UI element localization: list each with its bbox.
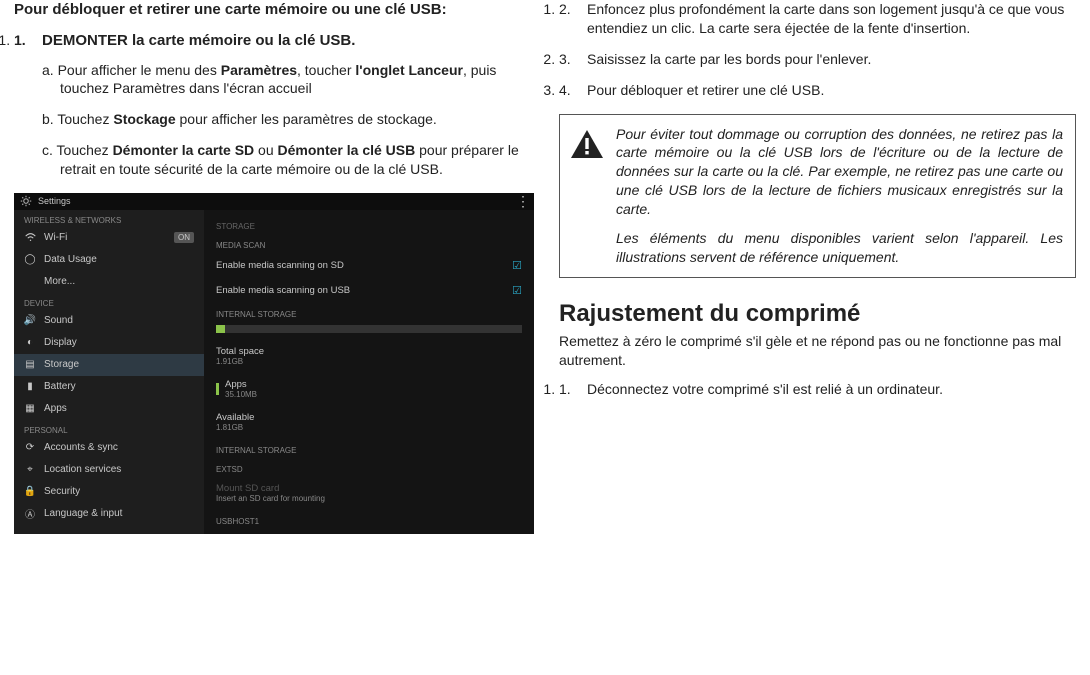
main-steps: DEMONTER la carte mémoire ou la clé USB.… [14,32,521,179]
panel-header-internal: INTERNAL STORAGE [216,304,522,321]
shot-panel: Storage MEDIA SCAN Enable media scanning… [204,210,534,534]
display-icon: ◐ [24,337,36,349]
sb-header-personal: PERSONAL [14,420,204,437]
right-column: Enfoncez plus profondément la carte dans… [545,0,1090,675]
row-scan-usb[interactable]: Enable media scanning on USB ☑ [216,279,522,302]
shot-title: Settings [38,196,71,206]
sync-icon: ⟳ [24,442,36,454]
shot-sidebar: WIRELESS & NETWORKS Wi-Fi ON ◯ Data Usag… [14,210,204,534]
shot-titlebar: Settings ⋮ [14,193,534,210]
sidebar-item-accounts[interactable]: ⟳ Accounts & sync [14,437,204,459]
gear-icon [20,195,32,207]
language-icon: Ⓐ [24,508,36,520]
lock-icon: 🔒 [24,486,36,498]
warning-text-1: Pour éviter tout dommage ou corruption d… [616,125,1063,219]
row-apps[interactable]: Apps 35.10MB [216,374,522,405]
checkbox-icon[interactable]: ☑ [512,259,522,272]
sidebar-item-language[interactable]: Ⓐ Language & input [14,503,204,525]
panel-header-usbhost: USBHOST1 [216,511,522,528]
wifi-icon [24,232,36,244]
warning-box: Pour éviter tout dommage ou corruption d… [559,114,1076,278]
step-4: Pour débloquer et retirer une clé USB. [559,81,1076,100]
sidebar-item-security[interactable]: 🔒 Security [14,481,204,503]
battery-icon: ▮ [24,381,36,393]
sub-steps: a. Pour afficher le menu des Paramètres,… [42,61,521,179]
panel-header-storage: Storage [216,216,522,233]
reset-step-1: Déconnectez votre comprimé s'il est reli… [559,380,1076,399]
apps-color-icon [216,383,219,395]
sidebar-item-storage[interactable]: ▤ Storage [14,354,204,376]
sidebar-item-sound[interactable]: 🔊 Sound [14,310,204,332]
left-column: Pour débloquer et retirer une carte mémo… [0,0,545,675]
sidebar-item-data[interactable]: ◯ Data Usage [14,249,204,271]
row-available: Available 1.81GB [216,407,522,438]
panel-header-extsd: EXTSD [216,459,522,476]
sidebar-item-display[interactable]: ◐ Display [14,332,204,354]
sb-header-wireless: WIRELESS & NETWORKS [14,210,204,227]
row-total: Total space 1.91GB [216,341,522,372]
warning-icon [570,129,604,159]
sub-c: c. Touchez Démonter la carte SD ou Démon… [42,141,521,179]
section-title: Rajustement du comprimé [559,300,1076,328]
sidebar-item-more[interactable]: More... [14,271,204,293]
panel-header-internal2: INTERNAL STORAGE [216,440,522,457]
data-icon: ◯ [24,254,36,266]
row-mount: Mount SD card Insert an SD card for moun… [216,478,522,509]
step-1: DEMONTER la carte mémoire ou la clé USB.… [14,32,521,179]
step-3: Saisissez la carte par les bords pour l'… [559,50,1076,69]
sidebar-item-apps[interactable]: ▦ Apps [14,398,204,420]
step-1-text: DEMONTER la carte mémoire ou la clé USB. [42,32,355,49]
panel-header-media: MEDIA SCAN [216,235,522,252]
sb-header-device: DEVICE [14,293,204,310]
apps-icon: ▦ [24,403,36,415]
wifi-toggle[interactable]: ON [174,232,194,243]
reset-steps: Déconnectez votre comprimé s'il est reli… [559,380,1076,399]
row-scan-sd[interactable]: Enable media scanning on SD ☑ [216,254,522,277]
sidebar-item-wifi[interactable]: Wi-Fi ON [14,227,204,249]
checkbox-icon[interactable]: ☑ [512,284,522,297]
left-title: Pour débloquer et retirer une carte mémo… [14,0,521,20]
storage-icon: ▤ [24,359,36,371]
step-2: Enfoncez plus profondément la carte dans… [559,0,1076,38]
right-steps: Enfoncez plus profondément la carte dans… [559,0,1076,100]
sound-icon: 🔊 [24,315,36,327]
section-subtitle: Remettez à zéro le comprimé s'il gèle et… [559,332,1076,370]
sidebar-item-battery[interactable]: ▮ Battery [14,376,204,398]
sub-a: a. Pour afficher le menu des Paramètres,… [42,61,521,99]
settings-screenshot: Settings ⋮ WIRELESS & NETWORKS Wi-Fi ON … [14,193,534,503]
warning-text-2: Les éléments du menu disponibles varient… [616,229,1063,267]
overflow-icon[interactable]: ⋮ [516,193,528,210]
sidebar-item-location[interactable]: ⌖ Location services [14,459,204,481]
storage-bar [216,325,522,333]
location-icon: ⌖ [24,464,36,476]
sub-b: b. Touchez Stockage pour afficher les pa… [42,110,521,129]
